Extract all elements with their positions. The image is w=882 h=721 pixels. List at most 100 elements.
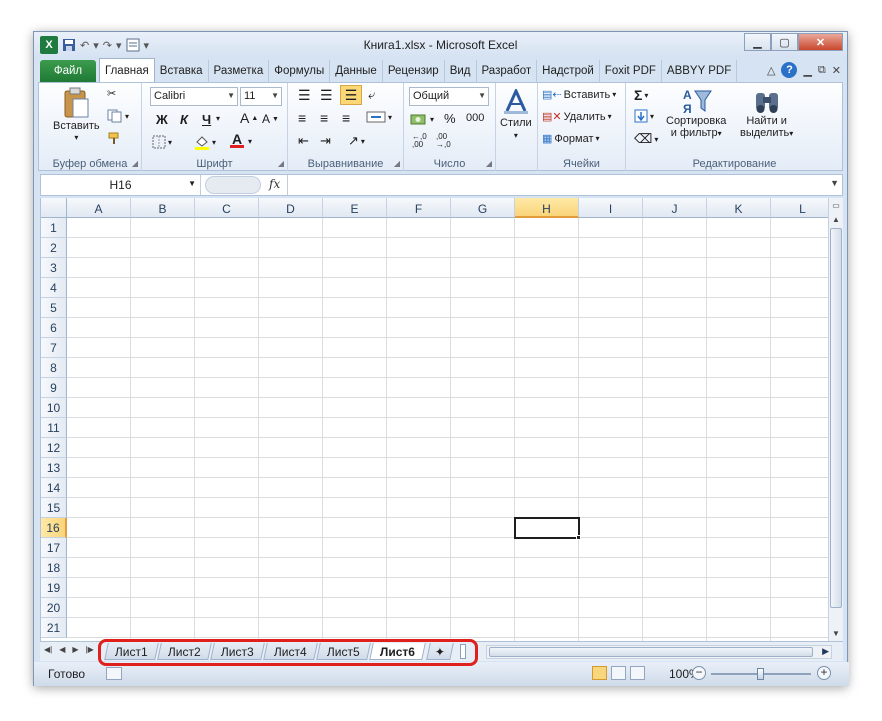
row-header-6[interactable]: 6: [41, 318, 67, 338]
align-right-icon[interactable]: ≡: [342, 110, 350, 126]
currency-format-icon[interactable]: ▾: [410, 112, 434, 126]
row-header-11[interactable]: 11: [41, 418, 67, 438]
decrease-decimal-icon[interactable]: ,00 →,0: [436, 133, 451, 149]
formula-input[interactable]: [287, 175, 824, 195]
tab-home[interactable]: Главная: [99, 58, 155, 82]
workbook-close-icon[interactable]: ✕: [832, 64, 841, 77]
zoom-in-icon[interactable]: +: [817, 666, 831, 680]
row-header-1[interactable]: 1: [41, 218, 67, 238]
row-header-19[interactable]: 19: [41, 578, 67, 598]
styles-button[interactable]: Стили ▾: [500, 89, 532, 140]
alignment-dialog-launcher-icon[interactable]: ◢: [394, 159, 400, 168]
worksheet-grid[interactable]: A B C D E F G H I J K L 1 2 3 4 5 6 7 8 9 10 11 12 13 14 15 16 17 18 1…: [40, 198, 829, 641]
zoom-out-icon[interactable]: −: [692, 666, 706, 680]
row-header-3[interactable]: 3: [41, 258, 67, 278]
thousands-button[interactable]: 000: [466, 112, 484, 124]
expand-formula-bar-icon[interactable]: ▼: [830, 178, 839, 188]
delete-cells-button[interactable]: ▤✕ Удалить ▾: [542, 110, 612, 124]
clipboard-dialog-launcher-icon[interactable]: ◢: [132, 159, 138, 168]
workbook-minimize-icon[interactable]: ▁: [803, 64, 811, 77]
increase-indent-icon[interactable]: ⇥: [320, 133, 331, 149]
align-top-icon[interactable]: ☰: [298, 87, 311, 104]
increase-font-icon[interactable]: A ▲: [240, 110, 258, 126]
horizontal-scrollbar[interactable]: ▶: [486, 645, 832, 659]
tab-review[interactable]: Рецензир: [383, 60, 445, 82]
column-header-C[interactable]: C: [195, 198, 259, 218]
page-layout-view-icon[interactable]: [611, 666, 626, 680]
collapse-ribbon-icon[interactable]: △: [767, 64, 775, 77]
align-center-icon[interactable]: ≡: [320, 110, 328, 126]
workbook-restore-icon[interactable]: ⧉: [818, 64, 826, 77]
first-sheet-icon[interactable]: ◀|: [44, 645, 52, 654]
column-header-A[interactable]: A: [67, 198, 131, 218]
find-select-button[interactable]: Найти и выделить▾: [740, 87, 793, 140]
fill-color-icon[interactable]: ▾: [194, 134, 216, 150]
minimize-icon[interactable]: ▁: [744, 33, 771, 51]
paste-button[interactable]: Вставить ▾: [53, 87, 100, 142]
split-box-icon[interactable]: ▭: [829, 198, 843, 212]
copy-icon[interactable]: ▾: [107, 109, 129, 123]
orientation-icon[interactable]: ↗ ▾: [348, 133, 365, 149]
column-header-H[interactable]: H: [515, 198, 579, 218]
zoom-slider-knob[interactable]: [757, 668, 764, 680]
column-header-I[interactable]: I: [579, 198, 643, 218]
vertical-scrollbar[interactable]: ▭ ▲ ▼: [828, 198, 843, 641]
row-header-16[interactable]: 16: [41, 518, 67, 538]
row-header-17[interactable]: 17: [41, 538, 67, 558]
cut-icon[interactable]: ✂: [107, 87, 116, 100]
row-header-20[interactable]: 20: [41, 598, 67, 618]
align-left-icon[interactable]: ≡: [298, 110, 306, 126]
decrease-indent-icon[interactable]: ⇤: [298, 133, 309, 149]
tab-formulas[interactable]: Формулы: [269, 60, 331, 82]
merge-center-icon[interactable]: ▾: [366, 110, 392, 124]
row-header-4[interactable]: 4: [41, 278, 67, 298]
name-box[interactable]: H16 ▼: [41, 175, 201, 195]
chevron-down-icon[interactable]: ▼: [188, 179, 196, 188]
tab-abbyy-pdf[interactable]: ABBYY PDF: [662, 60, 738, 82]
column-header-G[interactable]: G: [451, 198, 515, 218]
column-header-K[interactable]: K: [707, 198, 771, 218]
zoom-slider[interactable]: [711, 668, 811, 680]
align-bottom-icon[interactable]: ☰: [340, 85, 362, 105]
active-cell[interactable]: [514, 517, 580, 539]
sort-filter-button[interactable]: АЯ Сортировка и фильтр▾: [666, 87, 726, 140]
tab-view[interactable]: Вид: [445, 60, 477, 82]
column-header-F[interactable]: F: [387, 198, 451, 218]
tab-page-layout[interactable]: Разметка: [209, 60, 270, 82]
wrap-text-icon[interactable]: ⤶: [368, 87, 375, 103]
font-color-icon[interactable]: A: [230, 132, 244, 148]
tab-file[interactable]: Файл: [40, 60, 96, 82]
format-painter-icon[interactable]: [107, 131, 123, 145]
format-cells-button[interactable]: ▦ Формат ▾: [542, 132, 600, 146]
fill-handle[interactable]: [576, 535, 581, 540]
number-dialog-launcher-icon[interactable]: ◢: [486, 159, 492, 168]
autosum-icon[interactable]: Σ ▾: [634, 87, 648, 103]
row-header-7[interactable]: 7: [41, 338, 67, 358]
column-header-E[interactable]: E: [323, 198, 387, 218]
fill-icon[interactable]: ▾: [634, 109, 654, 123]
insert-cells-button[interactable]: ▤⇠ Вставить ▾: [542, 88, 616, 102]
number-format-combo[interactable]: Общий ▼: [409, 87, 489, 106]
clear-icon[interactable]: ⌫ ▾: [634, 131, 658, 147]
prev-sheet-icon[interactable]: ◀: [59, 645, 65, 654]
tab-data[interactable]: Данные: [330, 60, 383, 82]
font-size-combo[interactable]: 11 ▼: [240, 87, 282, 106]
insert-function-icon[interactable]: fx: [269, 177, 280, 191]
italic-button[interactable]: К: [180, 112, 188, 127]
increase-decimal-icon[interactable]: ←,0,00: [412, 133, 427, 149]
scroll-right-icon[interactable]: ▶: [822, 646, 829, 657]
underline-dropdown-icon[interactable]: ▾: [216, 114, 220, 123]
macro-record-icon[interactable]: [106, 667, 122, 680]
row-header-8[interactable]: 8: [41, 358, 67, 378]
tab-foxit-pdf[interactable]: Foxit PDF: [600, 60, 662, 82]
row-header-15[interactable]: 15: [41, 498, 67, 518]
row-header-12[interactable]: 12: [41, 438, 67, 458]
last-sheet-icon[interactable]: |▶: [86, 645, 94, 654]
row-header-18[interactable]: 18: [41, 558, 67, 578]
scroll-up-icon[interactable]: ▲: [829, 212, 843, 226]
column-header-B[interactable]: B: [131, 198, 195, 218]
column-header-J[interactable]: J: [643, 198, 707, 218]
bold-button[interactable]: Ж: [156, 112, 168, 127]
row-header-13[interactable]: 13: [41, 458, 67, 478]
tab-developer[interactable]: Разработ: [477, 60, 538, 82]
